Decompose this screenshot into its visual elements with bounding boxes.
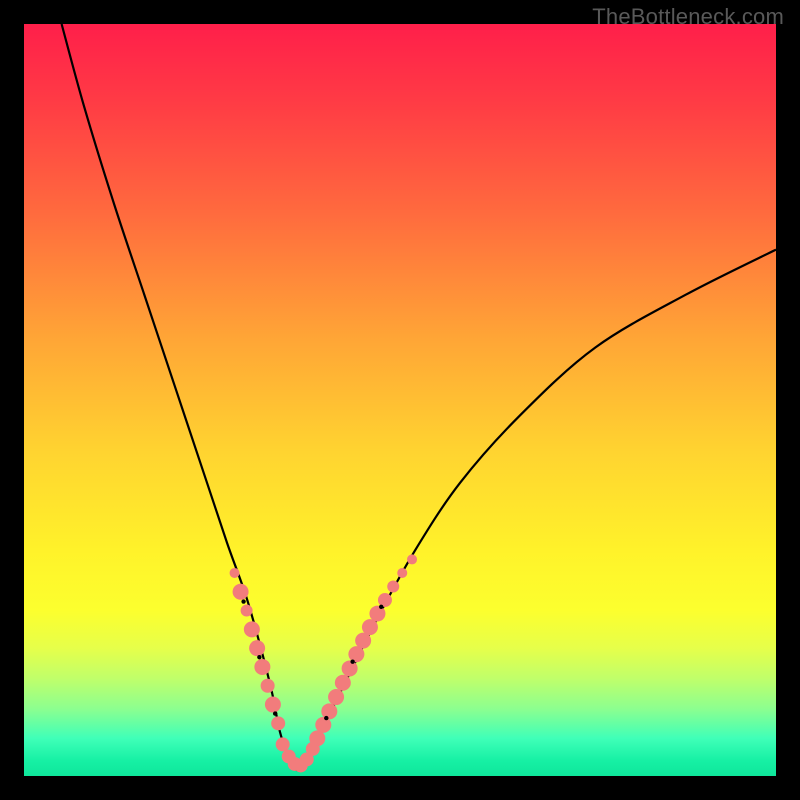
chart-frame [24, 24, 776, 776]
data-point [271, 716, 285, 730]
data-point [249, 640, 265, 656]
data-point [335, 675, 351, 691]
data-point [276, 737, 290, 751]
data-point [397, 568, 407, 578]
watermark-text: TheBottleneck.com [592, 4, 784, 30]
data-point [348, 646, 364, 662]
data-point [407, 554, 417, 564]
dots-left-branch [230, 568, 286, 730]
data-point [257, 655, 261, 659]
data-point [387, 580, 399, 592]
bottleneck-chart [24, 24, 776, 776]
data-point [230, 568, 240, 578]
data-point [379, 605, 383, 609]
data-point [342, 660, 358, 676]
data-point [355, 633, 371, 649]
data-point [265, 697, 281, 713]
data-point [324, 716, 328, 720]
data-point [241, 599, 245, 603]
data-point [241, 605, 253, 617]
data-point [321, 703, 337, 719]
data-point [273, 711, 277, 715]
data-point [306, 742, 320, 756]
data-point [328, 689, 344, 705]
data-point [233, 584, 249, 600]
data-point [254, 659, 270, 675]
data-point [244, 621, 260, 637]
bottleneck-curve [62, 24, 776, 770]
data-point [362, 619, 378, 635]
dots-valley [276, 737, 320, 772]
data-point [261, 679, 275, 693]
data-point [350, 659, 354, 663]
